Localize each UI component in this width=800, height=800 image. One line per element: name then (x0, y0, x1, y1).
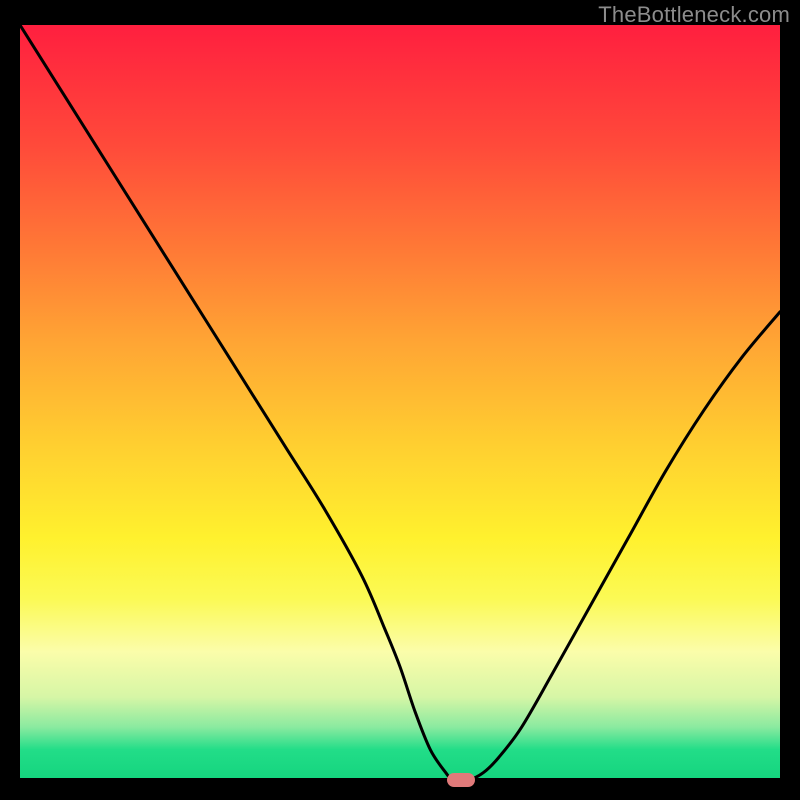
x-axis-baseline (20, 778, 780, 780)
chart-frame: TheBottleneck.com (0, 0, 800, 800)
watermark-text: TheBottleneck.com (598, 2, 790, 28)
bottleneck-curve (20, 25, 780, 780)
plot-area (20, 25, 780, 780)
optimal-point-marker (447, 773, 475, 787)
